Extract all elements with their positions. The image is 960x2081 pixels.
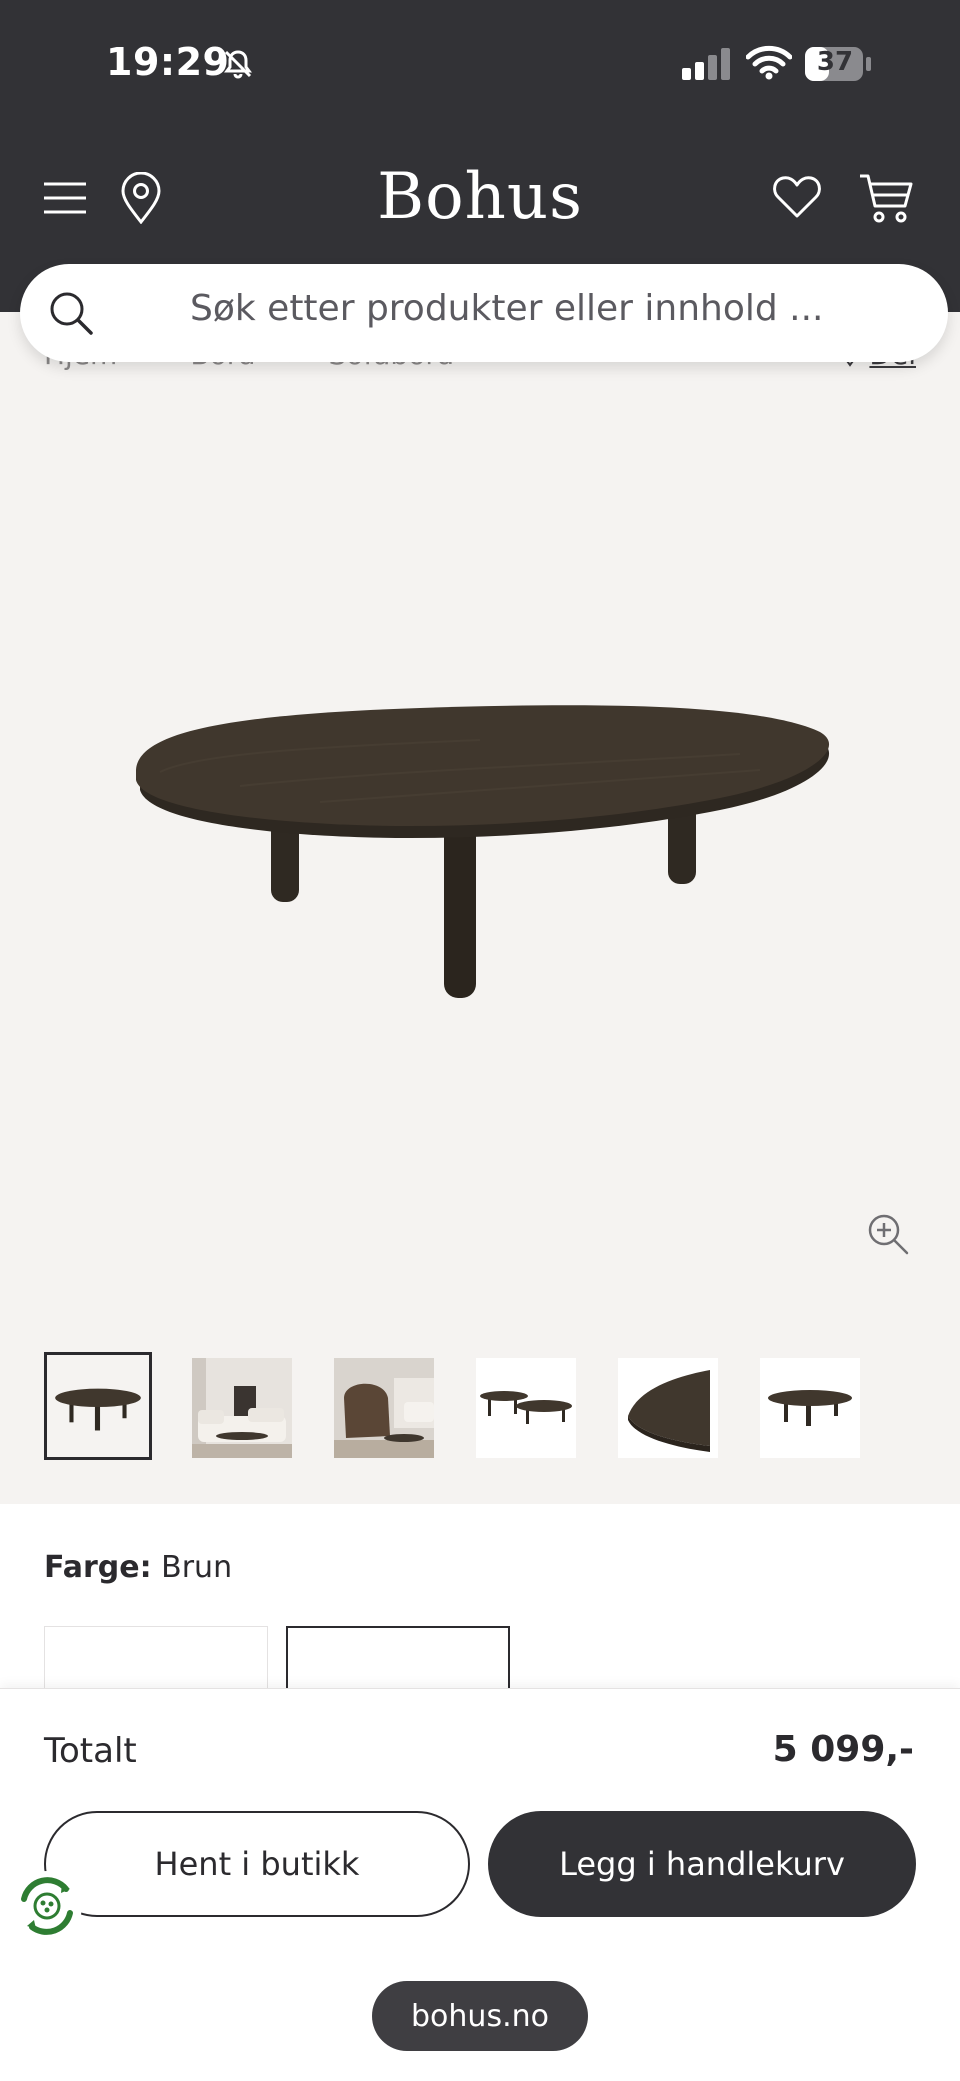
product-gallery: Hjem › Bord › Sofabord Del	[0, 312, 960, 1504]
thumbnail-strip	[44, 1352, 924, 1462]
search-bar[interactable]: Søk etter produkter eller innhold ...	[20, 264, 948, 362]
total-label: Totalt	[44, 1731, 137, 1771]
search-icon	[50, 292, 93, 335]
signal-icon	[682, 48, 730, 80]
browser-url-pill[interactable]: bohus.no	[372, 1981, 588, 2051]
thumbnail[interactable]	[760, 1358, 860, 1458]
search-input[interactable]: Søk etter produkter eller innhold ...	[190, 288, 824, 329]
color-value: Brun	[161, 1550, 233, 1585]
color-selection-label: Farge: Brun	[44, 1550, 232, 1585]
add-to-cart-button[interactable]: Legg i handlekurv	[488, 1811, 916, 1917]
thumbnail[interactable]	[192, 1358, 292, 1458]
checkout-bar: Totalt 5 099,- Hent i butikk Legg i hand…	[0, 1688, 960, 2081]
thumbnail[interactable]	[476, 1358, 576, 1458]
thumbnail[interactable]	[618, 1358, 718, 1458]
total-price: 5 099,-	[772, 1729, 914, 1770]
pickup-in-store-button[interactable]: Hent i butikk	[44, 1811, 470, 1917]
thumbnail[interactable]	[44, 1352, 152, 1460]
product-image[interactable]	[120, 662, 840, 1082]
wifi-icon	[746, 45, 792, 80]
eco-recycle-icon[interactable]	[10, 1869, 84, 1943]
cart-icon[interactable]	[858, 172, 914, 224]
battery-level: 37	[816, 47, 854, 77]
heart-icon[interactable]	[772, 174, 822, 220]
zoom-in-icon[interactable]	[866, 1212, 910, 1256]
thumbnail[interactable]	[334, 1358, 434, 1458]
status-time: 19:29	[106, 40, 230, 84]
bell-muted-icon	[224, 50, 252, 79]
color-label: Farge:	[44, 1550, 152, 1585]
